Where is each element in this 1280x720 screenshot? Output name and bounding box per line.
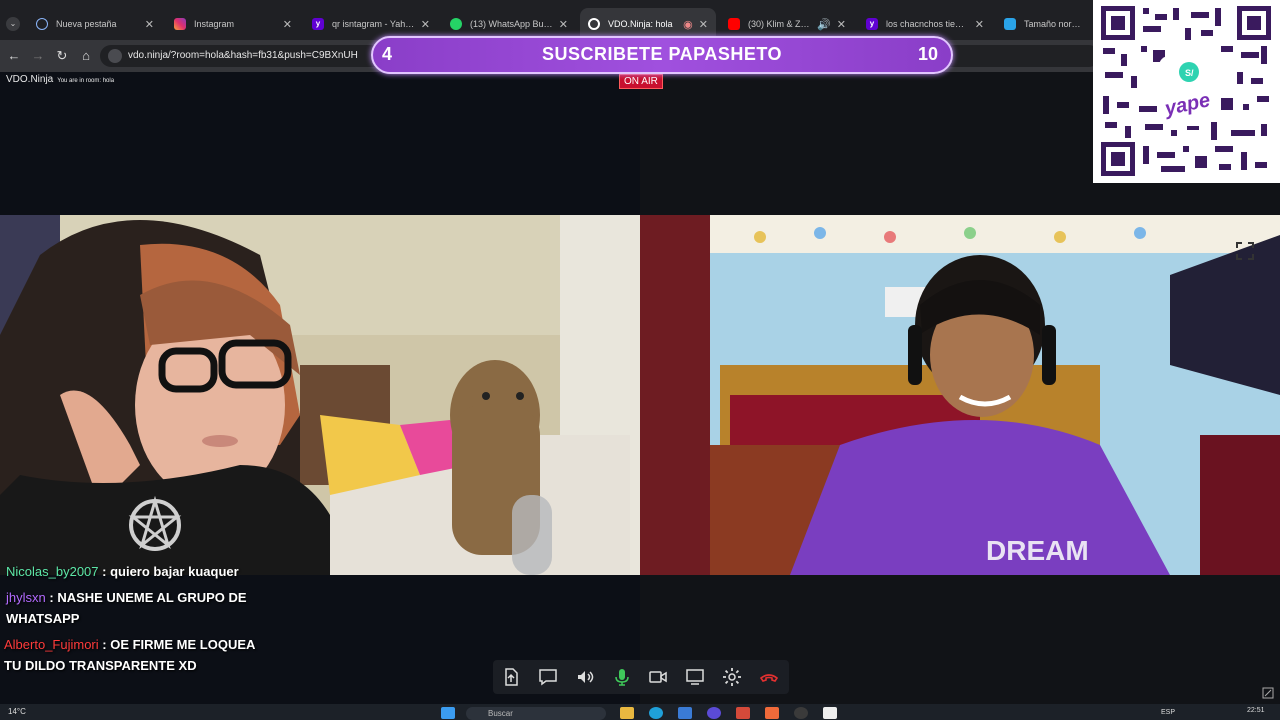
close-icon[interactable]: ✕: [699, 18, 708, 31]
microphone-button[interactable]: [608, 664, 636, 690]
chat-username: jhylsxn: [6, 590, 46, 605]
site-info-icon[interactable]: [108, 49, 122, 63]
file-share-icon: [505, 668, 518, 686]
whatsapp-icon: [450, 18, 462, 30]
app-icon[interactable]: [736, 707, 750, 719]
close-icon[interactable]: ✕: [975, 18, 984, 31]
hangup-icon: [759, 674, 779, 682]
settings-button[interactable]: [718, 664, 746, 690]
browser-tab[interactable]: Instagram ✕: [166, 8, 300, 40]
tab-label: los chacnchos tienen pen: [886, 19, 969, 29]
taskbar-search-placeholder: Buscar: [488, 709, 513, 718]
chat-button[interactable]: [534, 664, 562, 690]
instagram-icon: [174, 18, 186, 30]
svg-text:S/: S/: [1185, 68, 1194, 78]
browser-tab[interactable]: Nueva pestaña ✕: [28, 8, 162, 40]
reload-icon[interactable]: ↻: [53, 48, 71, 64]
camera-icon: [649, 671, 667, 683]
edge-icon[interactable]: [649, 707, 663, 719]
chat-text: quiero bajar kuaquer: [110, 564, 239, 579]
speaker-icon: [578, 671, 594, 683]
video-feed-guest-right[interactable]: DREAM: [640, 215, 1280, 575]
windows-start-icon[interactable]: [441, 707, 455, 719]
forward-icon[interactable]: →: [29, 48, 47, 64]
layout-icon[interactable]: [1262, 686, 1274, 704]
brand-name: VDO.Ninja: [6, 74, 54, 85]
taskbar-search-input[interactable]: [466, 707, 606, 720]
weather-temperature: 14°C: [8, 707, 26, 716]
screen-share-button[interactable]: [681, 664, 709, 690]
home-icon[interactable]: ⌂: [77, 48, 95, 64]
yahoo-icon: y: [866, 18, 878, 30]
audio-playing-icon[interactable]: 🔊: [817, 18, 831, 31]
chat-message: Alberto_Fujimori : OE FIRME ME LOQUEA TU…: [4, 637, 255, 673]
microphone-icon: [615, 669, 629, 686]
tab-label: qr isntagram - Yahoo Sea: [332, 19, 415, 29]
chat-username: Alberto_Fujimori: [4, 637, 99, 652]
tab-label: Tamaño normal del p: [1024, 19, 1085, 29]
tab-label: (30) Klim & ZULLY - N: [748, 19, 811, 29]
svg-text:DREAM: DREAM: [986, 535, 1089, 566]
store-icon[interactable]: [678, 707, 692, 719]
obs-icon[interactable]: [794, 707, 808, 719]
youtube-icon: [728, 18, 740, 30]
banner-left-counter: 4: [382, 44, 393, 64]
file-explorer-icon[interactable]: [620, 707, 634, 719]
close-icon[interactable]: ✕: [559, 18, 568, 31]
subscribe-banner-text: SUSCRIBETE PAPASHETO: [541, 44, 783, 64]
app-icon[interactable]: [823, 707, 837, 719]
browser-tab[interactable]: Tamaño normal del p: [996, 8, 1093, 40]
hangup-button[interactable]: [755, 664, 783, 690]
language-indicator[interactable]: ESP: [1161, 709, 1175, 716]
settings-icon: [723, 668, 741, 686]
clock[interactable]: 22:51: [1247, 707, 1265, 714]
url-text: vdo.ninja/?room=hola&hash=fb31&push=C9BX…: [128, 50, 358, 61]
back-icon[interactable]: ←: [5, 48, 23, 64]
windows-taskbar: [0, 704, 1280, 720]
bing-icon: [1004, 18, 1016, 30]
close-icon[interactable]: ✕: [283, 18, 292, 31]
chat-message: jhylsxn : NASHE UNEME AL GRUPO DE WHATSA…: [6, 590, 247, 626]
chat-username: Nicolas_by2007: [6, 564, 99, 579]
yahoo-icon: y: [312, 18, 324, 30]
room-status: You are in room: hola: [57, 78, 115, 84]
vdo-ninja-icon: [588, 18, 600, 30]
tab-label: VDO.Ninja: hola: [608, 19, 673, 29]
tab-label: (13) WhatsApp Business: [470, 19, 553, 29]
on-air-badge: ON AIR: [619, 74, 663, 89]
brave-icon[interactable]: [765, 707, 779, 719]
close-icon[interactable]: ✕: [837, 18, 846, 31]
video-frame-left: [0, 215, 640, 575]
discord-icon[interactable]: [707, 707, 721, 719]
banner-right-counter: 10: [918, 44, 939, 64]
tab-label: Instagram: [194, 19, 235, 29]
chat-icon: [539, 669, 557, 686]
video-feed-guest-left[interactable]: [0, 215, 640, 575]
qr-code-image: S/ yape: [1101, 6, 1271, 176]
globe-icon: [36, 18, 48, 30]
fullscreen-icon[interactable]: [1236, 242, 1254, 265]
video-frame-right: DREAM: [640, 215, 1280, 575]
camera-button[interactable]: [644, 664, 672, 690]
weather-widget[interactable]: 14°C: [8, 707, 26, 716]
tab-label: Nueva pestaña: [56, 19, 117, 29]
vdo-ninja-brand: VDO.Ninja You are in room: hola: [6, 74, 114, 85]
close-icon[interactable]: ✕: [421, 18, 430, 31]
speaker-button[interactable]: [571, 664, 599, 690]
tab-search-icon[interactable]: ⌄: [6, 17, 20, 31]
recording-icon: ◉: [683, 18, 693, 31]
chat-message: Nicolas_by2007 : quiero bajar kuaquer: [6, 564, 239, 579]
screen-share-icon: [686, 669, 704, 685]
close-icon[interactable]: ✕: [145, 18, 154, 31]
file-share-button[interactable]: [497, 664, 525, 690]
